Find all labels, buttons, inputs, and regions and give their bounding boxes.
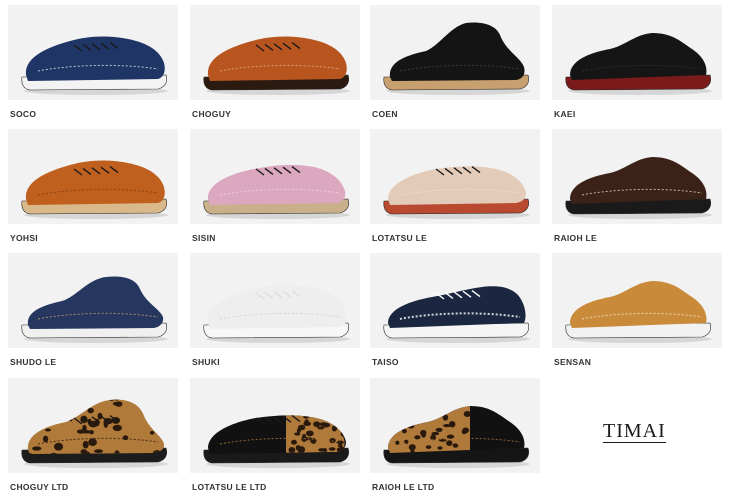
shoe-upper: [570, 33, 707, 80]
shoe-upper: [25, 36, 165, 81]
product-image-lotatsu-le[interactable]: [370, 129, 540, 224]
product-name-choguy-ltd[interactable]: CHOGUY LTD: [10, 482, 68, 492]
shoe-icon: [383, 166, 530, 219]
product-name-shuki[interactable]: SHUKI: [192, 357, 220, 367]
product-image-raioh-le[interactable]: [552, 129, 722, 224]
product-image-soco[interactable]: [8, 5, 178, 100]
shoe-upper: [27, 276, 164, 329]
product-name-lotatsu-le[interactable]: LOTATSU LE: [372, 233, 427, 243]
shoe-icon: [203, 36, 350, 95]
shoe-icon: [203, 164, 350, 219]
shoe-upper: [570, 157, 707, 204]
product-image-lotatsu-le-ltd[interactable]: [190, 378, 360, 473]
shoe-icon: [565, 33, 712, 95]
product-image-shuki[interactable]: [190, 253, 360, 348]
shoe-icon: [565, 281, 712, 343]
shoe-upper: [389, 22, 525, 81]
brand-logo: TIMAI: [603, 420, 666, 443]
product-image-coen[interactable]: [370, 5, 540, 100]
product-name-sensan[interactable]: SENSAN: [554, 357, 591, 367]
shoe-icon: [21, 160, 168, 219]
product-name-shudo-le[interactable]: SHUDO LE: [10, 357, 56, 367]
product-image-shudo-le[interactable]: [8, 253, 178, 348]
product-image-yohsi[interactable]: [8, 129, 178, 224]
shoe-upper: [25, 160, 165, 205]
product-image-sensan[interactable]: [552, 253, 722, 348]
product-image-taiso[interactable]: [370, 253, 540, 348]
shoe-upper: [570, 281, 707, 328]
product-image-choguy[interactable]: [190, 5, 360, 100]
shoe-icon: [203, 284, 350, 343]
shoe-icon: [21, 399, 168, 468]
product-name-lotatsu-le-ltd[interactable]: LOTATSU LE LTD: [192, 482, 267, 492]
product-name-raioh-le[interactable]: RAIOH LE: [554, 233, 597, 243]
shoe-icon: [21, 36, 168, 95]
product-name-sisin[interactable]: SISIN: [192, 233, 216, 243]
product-name-coen[interactable]: COEN: [372, 109, 398, 119]
product-name-choguy[interactable]: CHOGUY: [192, 109, 231, 119]
product-image-raioh-le-ltd[interactable]: [370, 378, 540, 473]
product-image-kaei[interactable]: [552, 5, 722, 100]
product-name-taiso[interactable]: TAISO: [372, 357, 399, 367]
product-name-raioh-le-ltd[interactable]: RAIOH LE LTD: [372, 482, 434, 492]
shoe-upper: [207, 36, 347, 81]
shoe-upper: [388, 166, 526, 205]
shoe-upper: [27, 399, 165, 454]
product-image-choguy-ltd[interactable]: [8, 378, 178, 473]
shoe-icon: [383, 406, 530, 468]
product-name-yohsi[interactable]: YOHSI: [10, 233, 38, 243]
shoe-icon: [383, 22, 530, 95]
shoe-icon: [383, 286, 530, 343]
shoe-icon: [203, 415, 350, 468]
shoe-icon: [565, 157, 712, 219]
product-name-soco[interactable]: SOCO: [10, 109, 36, 119]
product-image-sisin[interactable]: [190, 129, 360, 224]
shoe-upper: [207, 284, 347, 329]
shoe-upper: [388, 286, 526, 328]
shoe-upper: [207, 164, 346, 205]
product-name-kaei[interactable]: KAEI: [554, 109, 576, 119]
shoe-icon: [21, 276, 168, 343]
